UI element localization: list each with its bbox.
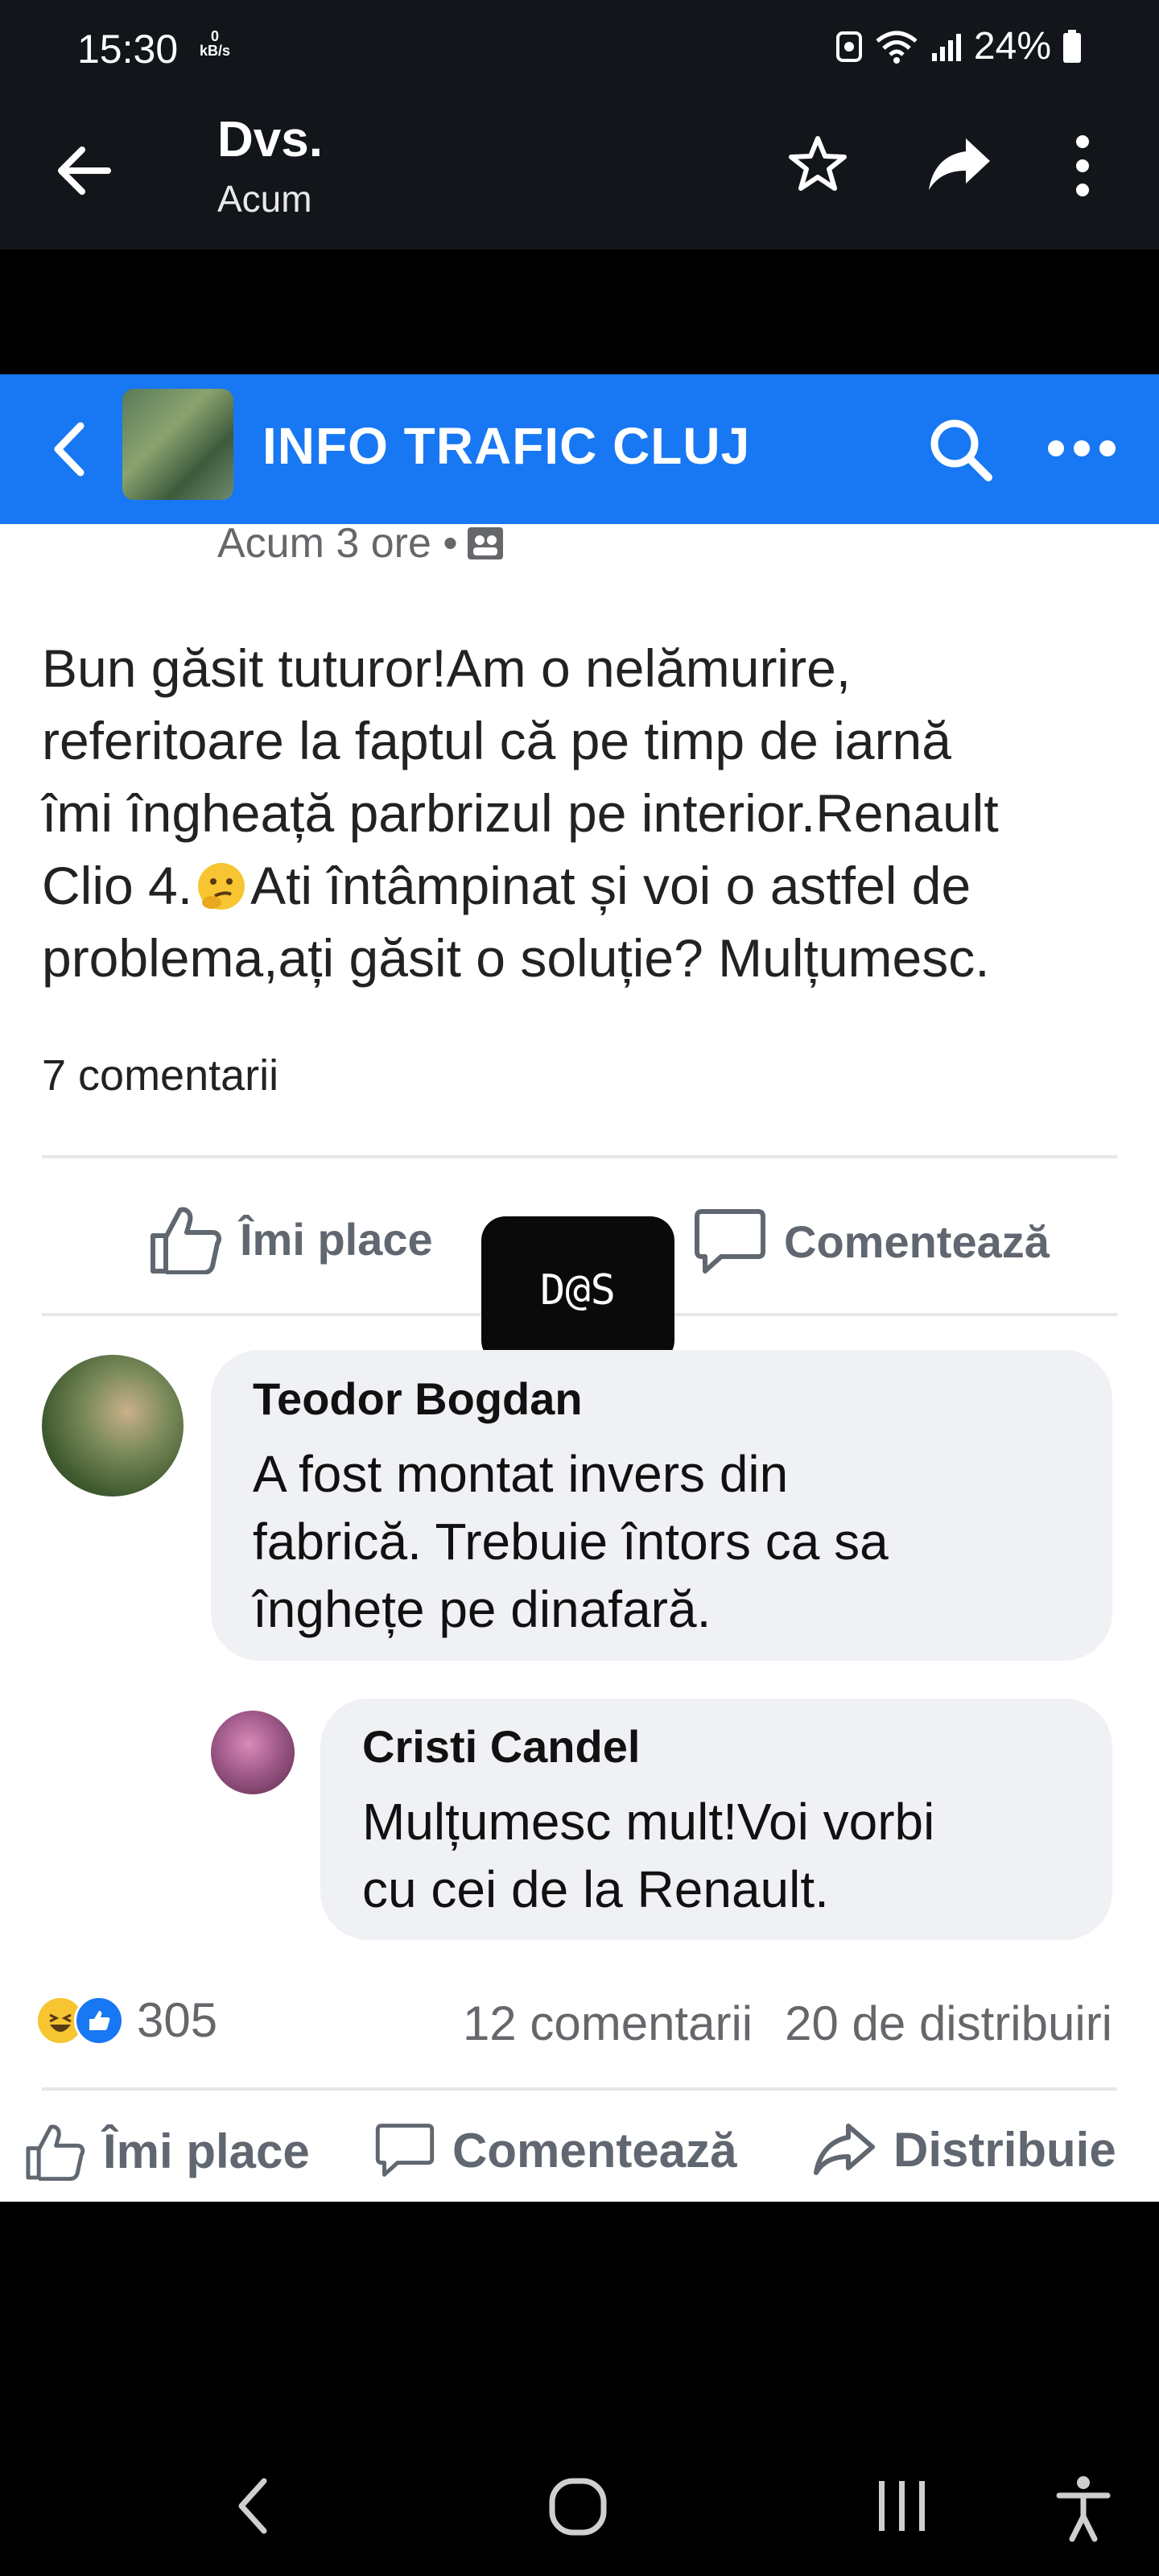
network-speed: 0 kB/s xyxy=(200,28,231,59)
like-action: Îmi place xyxy=(24,2121,310,2181)
status-bar: 15:30 0 kB/s 24% xyxy=(0,0,1159,97)
viewer-header: Dvs. Acum xyxy=(0,97,1159,250)
reply-text: Mulțumesc mult!Voi vorbi cu cei de la Re… xyxy=(362,1793,935,1918)
navigation-bar xyxy=(0,2399,1159,2576)
fb-header: INFO TRAFIC CLUJ xyxy=(0,374,1159,524)
share-arrow-icon xyxy=(814,2124,875,2175)
back-arrow-icon[interactable] xyxy=(52,138,116,203)
divider xyxy=(42,2087,1117,2091)
group-name: INFO TRAFIC CLUJ xyxy=(262,417,751,475)
watermark-badge: D@S xyxy=(481,1216,674,1364)
inner-comment-action: Comentează xyxy=(694,1207,1050,1276)
thinking-emoji-icon xyxy=(198,863,245,910)
comments-total: 12 comentarii xyxy=(462,1996,753,2050)
sender-title: Dvs. xyxy=(217,112,323,167)
comment-bubble-icon xyxy=(375,2124,435,2177)
sent-time: Acum xyxy=(217,178,312,220)
divider xyxy=(42,1155,1117,1158)
shares-total: 20 de distribuiri xyxy=(785,1996,1112,2050)
star-icon[interactable] xyxy=(786,132,850,196)
avatar xyxy=(211,1711,295,1794)
group-privacy-icon xyxy=(467,527,503,559)
wifi-icon xyxy=(876,31,918,64)
avatar xyxy=(42,1355,184,1496)
share-action: Distribuie xyxy=(813,2121,1116,2178)
search-icon xyxy=(930,419,992,481)
comment-count: 7 comentarii xyxy=(42,1051,279,1100)
signal-icon xyxy=(931,33,961,61)
like-reaction-icon xyxy=(74,1995,124,2046)
nav-back-icon[interactable] xyxy=(235,2478,270,2534)
nav-home-icon[interactable] xyxy=(547,2476,608,2537)
thumbs-up-icon xyxy=(26,2124,85,2181)
post-stats: 12 comentarii 20 de distribuiri xyxy=(463,1996,1112,2051)
nav-recents-icon[interactable] xyxy=(874,2478,930,2534)
comment-author: Teodor Bogdan xyxy=(253,1373,583,1424)
group-avatar xyxy=(122,389,233,500)
clock: 15:30 xyxy=(77,27,179,72)
post-image: INFO TRAFIC CLUJ Acum 3 ore • Bun găsit … xyxy=(0,374,1159,2202)
reaction-count: 305 xyxy=(137,1993,218,2047)
inner-like-action: Îmi place xyxy=(148,1203,433,1274)
battery-percent: 24% xyxy=(973,25,1051,68)
more-vertical-icon[interactable] xyxy=(1070,132,1095,200)
status-icons: 24% xyxy=(835,24,1082,68)
reaction-summary: 305 xyxy=(35,1992,217,2048)
comment-action: Comentează xyxy=(375,2121,736,2179)
comment-bubble-icon xyxy=(695,1209,765,1274)
chevron-left-icon xyxy=(54,422,85,477)
post-body: Bun găsit tuturor!Am o nelămurire, refer… xyxy=(42,638,999,988)
thumbs-up-icon xyxy=(151,1207,221,1274)
battery-icon xyxy=(1063,29,1081,63)
post-timestamp: Acum 3 ore • xyxy=(217,519,505,568)
comment-text: A fost montat invers din fabrică. Trebui… xyxy=(253,1445,889,1638)
more-horizontal-icon xyxy=(1048,440,1116,456)
accessibility-icon[interactable] xyxy=(1054,2475,1112,2542)
reply-author: Cristi Candel xyxy=(362,1721,641,1772)
recycle-icon xyxy=(835,31,862,62)
share-icon[interactable] xyxy=(926,135,993,193)
